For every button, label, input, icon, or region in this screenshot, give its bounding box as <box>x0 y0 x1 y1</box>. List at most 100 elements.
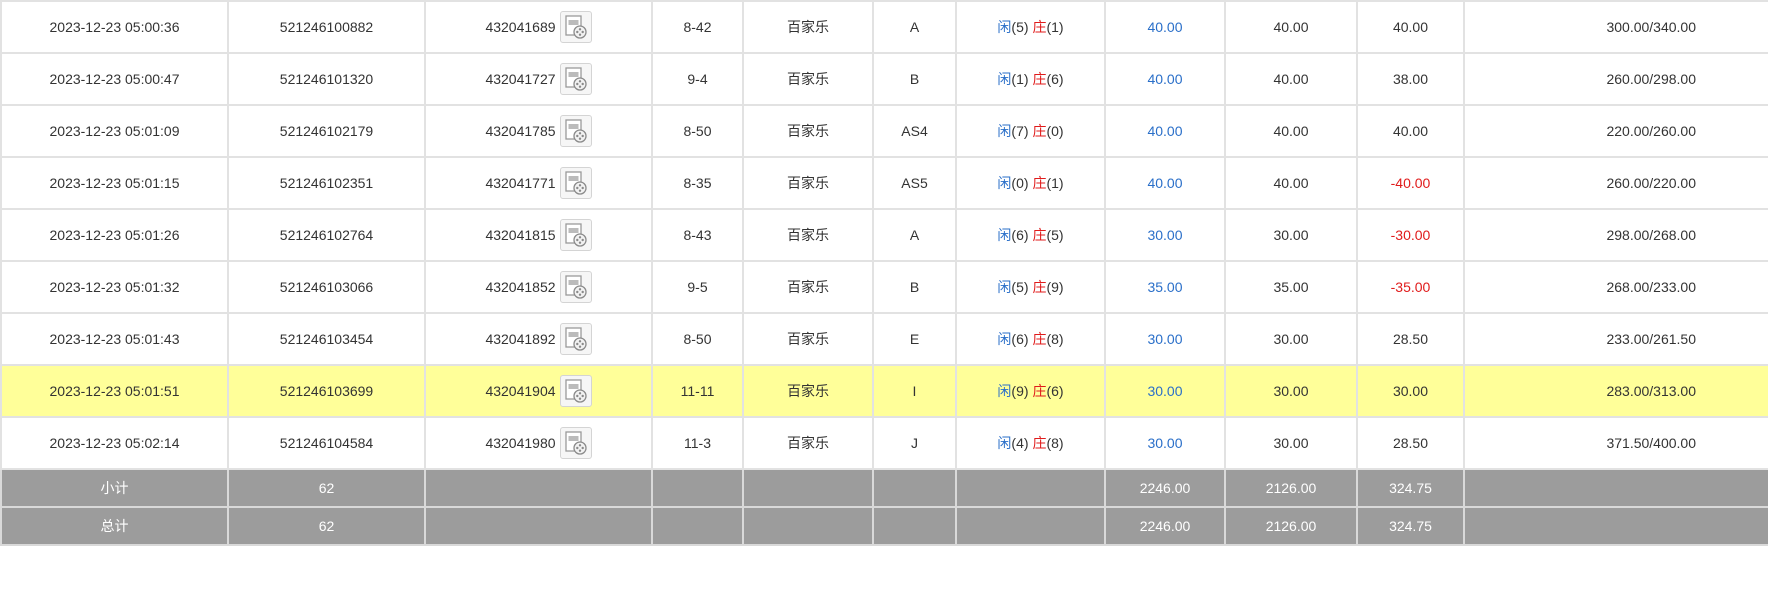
video-replay-icon[interactable] <box>559 115 592 147</box>
subtotal-winloss: 324.75 <box>1356 468 1465 508</box>
win-loss: 30.00 <box>1356 364 1465 418</box>
player-label: 闲 <box>997 279 1012 295</box>
table-row: 2023-12-23 05:01:32 521246103066 432041852… <box>0 260 1768 314</box>
table-body: 2023-12-23 05:00:36 521246100882 432041689… <box>0 0 1768 470</box>
video-replay-icon[interactable] <box>559 219 592 251</box>
round-number: 432041892 <box>485 331 556 347</box>
player-value: (5) <box>1011 19 1029 35</box>
balance-change: 371.50/400.00 <box>1463 416 1768 470</box>
banker-label: 庄 <box>1032 331 1047 347</box>
balance-change: 300.00/340.00 <box>1463 0 1768 54</box>
banker-label: 庄 <box>1032 71 1047 87</box>
valid-amount: 30.00 <box>1224 208 1358 262</box>
order-number: 521246104584 <box>227 416 426 470</box>
subtotal-count: 62 <box>227 468 426 508</box>
video-replay-icon[interactable] <box>559 375 592 407</box>
round-number: 432041727 <box>485 71 556 87</box>
bet-amount: 30.00 <box>1104 364 1226 418</box>
game-type: 百家乐 <box>742 260 874 314</box>
win-loss: 28.50 <box>1356 312 1465 366</box>
bet-time: 2023-12-23 05:01:43 <box>0 312 229 366</box>
valid-amount: 30.00 <box>1224 312 1358 366</box>
round-number: 432041785 <box>485 123 556 139</box>
game-result: 闲(4) 庄(8) <box>955 416 1106 470</box>
table-number: 8-35 <box>651 156 744 210</box>
valid-amount: 40.00 <box>1224 52 1358 106</box>
game-type: 百家乐 <box>742 364 874 418</box>
table-number: 8-42 <box>651 0 744 54</box>
table-row: 2023-12-23 05:01:09 521246102179 432041785… <box>0 104 1768 158</box>
table-number: 9-4 <box>651 52 744 106</box>
total-bet-amount: 2246.00 <box>1104 506 1226 546</box>
banker-value: (6) <box>1046 383 1064 399</box>
bet-type: AS5 <box>872 156 957 210</box>
bet-amount: 30.00 <box>1104 312 1226 366</box>
player-label: 闲 <box>997 383 1012 399</box>
balance-change: 298.00/268.00 <box>1463 208 1768 262</box>
game-type: 百家乐 <box>742 416 874 470</box>
player-value: (0) <box>1011 175 1029 191</box>
banker-label: 庄 <box>1032 227 1047 243</box>
player-label: 闲 <box>997 123 1012 139</box>
banker-value: (6) <box>1046 71 1064 87</box>
table-number: 11-11 <box>651 364 744 418</box>
banker-value: (1) <box>1046 19 1064 35</box>
table-row: 2023-12-23 05:00:47 521246101320 432041727… <box>0 52 1768 106</box>
table-row: 2023-12-23 05:01:43 521246103454 432041892… <box>0 312 1768 366</box>
bet-type: A <box>872 0 957 54</box>
valid-amount: 40.00 <box>1224 104 1358 158</box>
player-value: (7) <box>1011 123 1029 139</box>
bet-amount: 30.00 <box>1104 208 1226 262</box>
player-label: 闲 <box>997 19 1012 35</box>
total-winloss: 324.75 <box>1356 506 1465 546</box>
bet-time: 2023-12-23 05:02:14 <box>0 416 229 470</box>
round-cell: 432041980 <box>424 416 653 470</box>
video-replay-icon[interactable] <box>559 11 592 43</box>
subtotal-bet-amount: 2246.00 <box>1104 468 1226 508</box>
balance-change: 260.00/220.00 <box>1463 156 1768 210</box>
bet-amount: 40.00 <box>1104 156 1226 210</box>
bet-time: 2023-12-23 05:00:47 <box>0 52 229 106</box>
win-loss: -35.00 <box>1356 260 1465 314</box>
game-type: 百家乐 <box>742 156 874 210</box>
balance-change: 260.00/298.00 <box>1463 52 1768 106</box>
order-number: 521246101320 <box>227 52 426 106</box>
subtotal-valid-amount: 2126.00 <box>1224 468 1358 508</box>
balance-change: 233.00/261.50 <box>1463 312 1768 366</box>
video-replay-icon[interactable] <box>559 323 592 355</box>
game-type: 百家乐 <box>742 208 874 262</box>
round-cell: 432041689 <box>424 0 653 54</box>
video-replay-icon[interactable] <box>559 63 592 95</box>
player-label: 闲 <box>997 175 1012 191</box>
player-value: (6) <box>1011 331 1029 347</box>
order-number: 521246103454 <box>227 312 426 366</box>
table-number: 8-43 <box>651 208 744 262</box>
win-loss: 40.00 <box>1356 0 1465 54</box>
banker-value: (8) <box>1046 331 1064 347</box>
banker-label: 庄 <box>1032 175 1047 191</box>
order-number: 521246102351 <box>227 156 426 210</box>
game-type: 百家乐 <box>742 52 874 106</box>
game-result: 闲(6) 庄(8) <box>955 312 1106 366</box>
round-cell: 432041815 <box>424 208 653 262</box>
player-value: (9) <box>1011 383 1029 399</box>
video-replay-icon[interactable] <box>559 271 592 303</box>
order-number: 521246103066 <box>227 260 426 314</box>
video-replay-icon[interactable] <box>559 167 592 199</box>
valid-amount: 35.00 <box>1224 260 1358 314</box>
game-result: 闲(0) 庄(1) <box>955 156 1106 210</box>
game-result: 闲(9) 庄(6) <box>955 364 1106 418</box>
bet-type: AS4 <box>872 104 957 158</box>
bet-type: B <box>872 260 957 314</box>
table-row: 2023-12-23 05:01:51 521246103699 432041904… <box>0 364 1768 418</box>
subtotal-label: 小计 <box>0 468 229 508</box>
banker-value: (9) <box>1046 279 1064 295</box>
balance-change: 220.00/260.00 <box>1463 104 1768 158</box>
bet-type: A <box>872 208 957 262</box>
bet-type: I <box>872 364 957 418</box>
total-label: 总计 <box>0 506 229 546</box>
balance-change: 268.00/233.00 <box>1463 260 1768 314</box>
table-number: 11-3 <box>651 416 744 470</box>
video-replay-icon[interactable] <box>559 427 592 459</box>
table-row: 2023-12-23 05:01:15 521246102351 432041771… <box>0 156 1768 210</box>
